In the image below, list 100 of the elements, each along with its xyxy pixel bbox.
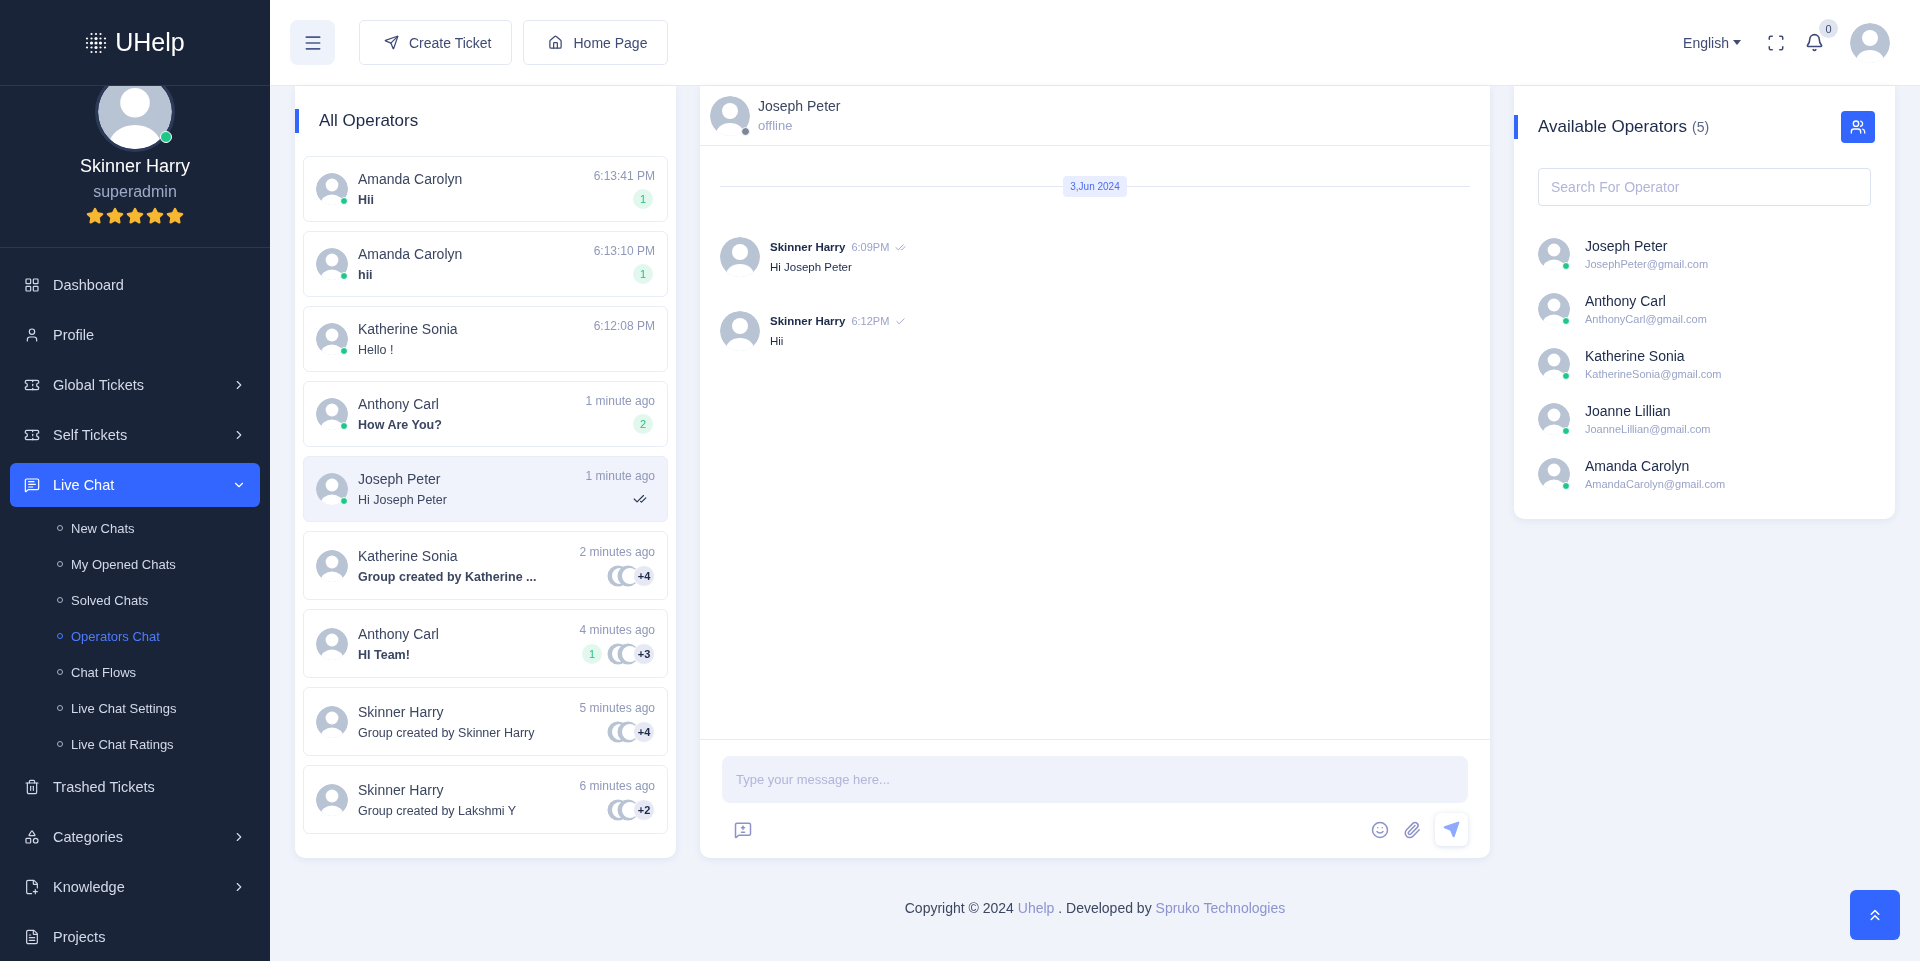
operator-item[interactable]: Katherine Sonia KatherineSonia@gmail.com — [1514, 336, 1895, 391]
chat-message: Group created by Lakshmi Y — [358, 803, 518, 818]
menu-item[interactable]: Self Tickets — [10, 413, 260, 457]
chat-item[interactable]: Skinner Harry Group created by Lakshmi Y 6 minutes ago +2 — [303, 765, 668, 834]
users-icon — [1850, 119, 1866, 135]
fullscreen-icon — [1767, 33, 1785, 52]
ticket-icon — [24, 377, 40, 393]
menu-item[interactable]: Projects — [10, 915, 260, 959]
menu-item[interactable]: Live Chat — [10, 463, 260, 507]
chat-time: 6:13:41 PM — [593, 169, 655, 183]
avatar — [316, 248, 348, 280]
avatar — [1538, 292, 1570, 325]
submenu-item[interactable]: New Chats — [10, 510, 260, 546]
notifications-button[interactable] — [1805, 33, 1824, 52]
chat-time: 2 minutes ago — [579, 544, 655, 559]
user-avatar — [1850, 22, 1890, 63]
fullscreen-button[interactable] — [1767, 33, 1785, 52]
operator-item[interactable]: Joseph Peter JosephPeter@gmail.com — [1514, 226, 1895, 281]
submenu-item[interactable]: Solved Chats — [10, 582, 260, 618]
extra-members-count: +4 — [633, 720, 655, 743]
chat-message: hii — [358, 268, 374, 282]
avatar — [316, 549, 348, 582]
chat-message: Group created by Katherine ... — [358, 569, 538, 584]
menu-item[interactable]: Profile — [10, 313, 260, 357]
operator-name: Katherine Sonia — [1585, 347, 1686, 364]
extra-members-count: +2 — [633, 798, 655, 821]
menu-button[interactable] — [290, 20, 335, 65]
chat-item[interactable]: Anthony Carl HI Team! 4 minutes ago 1 +3 — [303, 609, 668, 678]
smiley-icon — [1371, 820, 1389, 839]
avatar — [710, 95, 750, 136]
profile-role: superadmin — [93, 183, 177, 201]
extra-members-count: +4 — [633, 564, 655, 587]
unread-count: 1 — [582, 643, 602, 664]
chat-name: Katherine Sonia — [358, 321, 459, 337]
send-button[interactable] — [1435, 813, 1468, 846]
chat-message: Group created by Skinner Harry — [358, 725, 536, 740]
chat-time: 1 minute ago — [585, 394, 655, 408]
submenu-label: Solved Chats — [71, 592, 149, 608]
menu-item[interactable]: Knowledge — [10, 865, 260, 909]
chat-time: 1 minute ago — [585, 469, 655, 483]
submenu-item[interactable]: Live Chat Ratings — [10, 726, 260, 762]
scroll-top-button[interactable] — [1850, 890, 1900, 940]
menu-label: Knowledge — [53, 879, 126, 895]
submenu-label: Operators Chat — [71, 628, 160, 644]
menu-label: Global Tickets — [53, 377, 146, 393]
chat-item[interactable]: Katherine Sonia Hello ! 6:12:08 PM — [303, 306, 668, 372]
star-icon — [126, 207, 144, 225]
caret-icon — [1733, 40, 1741, 45]
grid-icon — [24, 277, 40, 293]
message-input[interactable]: Type your message here... — [722, 756, 1468, 803]
chat-name: Skinner Harry — [358, 703, 445, 720]
chat-name: Skinner Harry — [358, 781, 445, 798]
panel-title: All Operators — [319, 111, 419, 131]
chat-item[interactable]: Skinner Harry Group created by Skinner Harry 5 minutes ago +4 — [303, 687, 668, 756]
attach-button[interactable] — [1403, 820, 1421, 839]
menu-label: Trashed Tickets — [53, 779, 156, 795]
avatar — [1538, 457, 1570, 490]
submenu-item[interactable]: Operators Chat — [10, 618, 260, 654]
emoji-button[interactable] — [1371, 820, 1389, 839]
menu-item[interactable]: Global Tickets — [10, 363, 260, 407]
copyright-text: Copyright © 2024 Uhelp . Developed by Spruko Technologies — [904, 900, 1286, 916]
unread-count: 2 — [633, 414, 653, 434]
search-field[interactable]: Search For Operator — [1538, 168, 1871, 206]
header-button[interactable]: Create Ticket — [359, 20, 513, 65]
menu-item[interactable]: Trashed Tickets — [10, 765, 260, 809]
chat-item[interactable]: Anthony Carl How Are You? 1 minute ago 2 — [303, 381, 668, 447]
chat-name: Anthony Carl — [358, 625, 440, 642]
operator-item[interactable]: Anthony Carl AnthonyCarl@gmail.com — [1514, 281, 1895, 336]
menu-label: Self Tickets — [53, 427, 129, 443]
operator-name: Joseph Peter — [1585, 237, 1669, 254]
submenu-item[interactable]: Chat Flows — [10, 654, 260, 690]
operator-item[interactable]: Amanda Carolyn AmandaCarolyn@gmail.com — [1514, 446, 1895, 501]
operator-name: Joanne Lillian — [1585, 402, 1672, 419]
language-dropdown[interactable]: English — [1677, 33, 1747, 52]
operator-item[interactable]: Joanne Lillian JoanneLillian@gmail.com — [1514, 391, 1895, 446]
brand-name: UHelp — [115, 28, 185, 57]
chat-item[interactable]: Joseph Peter Hi Joseph Peter 1 minute ago — [303, 456, 668, 522]
operators-button[interactable] — [1841, 111, 1875, 143]
paperclip-icon — [1403, 820, 1421, 839]
submenu-item[interactable]: Live Chat Settings — [10, 690, 260, 726]
avatar — [316, 627, 348, 660]
chat-item[interactable]: Amanda Carolyn Hii 6:13:41 PM 1 — [303, 156, 668, 222]
avatar — [316, 173, 348, 205]
message-time: 6:09PM — [851, 241, 890, 253]
chat-name: Amanda Carolyn — [358, 171, 464, 187]
canned-message-button[interactable] — [734, 820, 752, 839]
menu-item[interactable]: Categories — [10, 815, 260, 859]
submenu-item[interactable]: My Opened Chats — [10, 546, 260, 582]
chat-item[interactable]: Katherine Sonia Group created by Katherine ... 2 minutes ago +4 — [303, 531, 668, 600]
unread-count: 1 — [633, 189, 653, 209]
chat-item[interactable]: Amanda Carolyn hii 6:13:10 PM 1 — [303, 231, 668, 297]
paper-plane-icon — [384, 35, 399, 50]
avatar — [316, 323, 348, 355]
chat-message: Hello ! — [358, 343, 395, 357]
contact-name: Joseph Peter — [758, 98, 841, 114]
chat-time: 6:13:10 PM — [593, 244, 655, 258]
menu-item[interactable]: Dashboard — [10, 263, 260, 307]
header-button[interactable]: Home Page — [523, 20, 669, 65]
menu-label: Dashboard — [53, 277, 125, 293]
operator-email: AnthonyCarl@gmail.com — [1585, 312, 1707, 325]
